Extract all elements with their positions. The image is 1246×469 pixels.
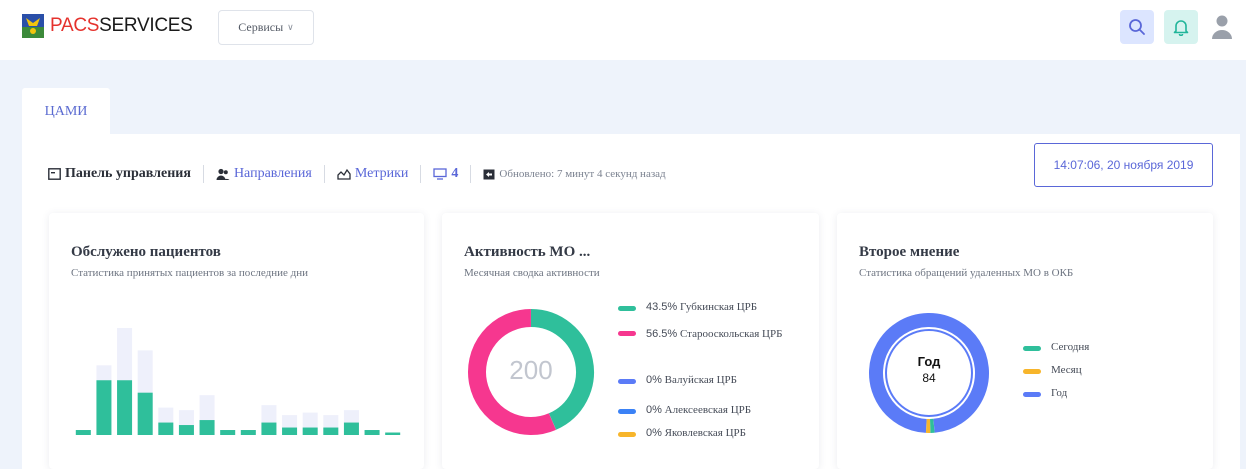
divider <box>323 165 325 183</box>
card-title: Второе мнение <box>859 244 960 260</box>
updated-text: Обновлено: 7 минут 4 секунд назад <box>499 168 666 180</box>
divider <box>202 165 204 183</box>
patients-bar-chart <box>75 327 401 435</box>
card-title: Обслужено пациентов <box>71 244 221 260</box>
user-icon <box>1212 15 1232 39</box>
legend-item[interactable]: 43.5% Губкинская ЦРБ <box>618 301 757 313</box>
directions-label: Направления <box>233 166 312 181</box>
bar <box>240 430 256 435</box>
legend-swatch <box>1023 392 1041 397</box>
card-subtitle: Статистика принятых пациентов за последн… <box>71 267 309 279</box>
legend-item[interactable]: Сегодня <box>1023 341 1089 353</box>
divider <box>470 165 472 183</box>
bar <box>75 430 91 435</box>
bell-icon <box>1173 20 1189 36</box>
bar <box>364 430 380 435</box>
legend-swatch <box>1023 369 1041 374</box>
legend-swatch <box>618 379 636 384</box>
bar <box>385 432 401 435</box>
tab-monitors[interactable]: 4 <box>433 166 458 182</box>
tab-directions[interactable]: Направления <box>216 166 312 182</box>
tab-dashboard[interactable]: Панель управления <box>48 166 191 182</box>
legend-item[interactable]: Месяц <box>1023 364 1082 376</box>
user-menu-button[interactable] <box>1205 10 1239 44</box>
users-icon <box>216 168 230 180</box>
legend-swatch <box>618 331 636 336</box>
bar <box>261 422 277 435</box>
tab-metrics[interactable]: Метрики <box>337 166 409 182</box>
tab-cami[interactable]: ЦАМИ <box>22 88 110 135</box>
bar <box>199 420 215 435</box>
bar <box>96 380 112 435</box>
legend-label: Старооскольская ЦРБ <box>679 328 783 340</box>
legend-label: Алексеевская ЦРБ <box>664 404 752 416</box>
bar <box>178 425 194 435</box>
bar <box>158 422 174 435</box>
monitors-count: 4 <box>451 166 459 181</box>
divider <box>420 165 422 183</box>
search-button[interactable] <box>1120 10 1154 44</box>
legend-label: Год <box>1051 387 1068 399</box>
legend-pct: 43.5% <box>646 301 678 313</box>
donut-center-value: 84 <box>922 371 936 385</box>
bar <box>137 392 153 435</box>
notifications-button[interactable] <box>1164 10 1198 44</box>
legend-label: Валуйская ЦРБ <box>664 374 737 386</box>
legend-item[interactable]: 56.5% Старооскольская ЦРБ <box>618 326 786 342</box>
donut-center-value: 200 <box>509 355 553 385</box>
legend-pct: 0% <box>646 427 662 439</box>
refresh-icon <box>483 169 495 179</box>
activity-card: Активность МО ... Месячная сводка активн… <box>442 213 819 469</box>
bar <box>343 422 359 435</box>
activity-legend: 43.5% Губкинская ЦРБ 56.5% Старооскольск… <box>618 301 808 451</box>
monitor-icon <box>433 168 448 180</box>
dashboard-label: Панель управления <box>65 166 191 181</box>
datetime-box[interactable]: 14:07:06, 20 ноября 2019 <box>1034 143 1213 187</box>
search-icon <box>1129 19 1145 35</box>
top-bar: PACSSERVICES Сервисы ∨ <box>0 0 1246 60</box>
legend-item[interactable]: 0% Алексеевская ЦРБ <box>618 404 751 416</box>
patients-card: Обслужено пациентов Статистика принятых … <box>49 213 424 469</box>
legend-pct: 0% <box>646 374 662 386</box>
donut-center-label: Год <box>917 354 941 369</box>
dashboard-toolbar: Панель управления Направления Метрики 4 … <box>48 165 666 183</box>
legend-item[interactable]: 0% Яковлевская ЦРБ <box>618 427 746 439</box>
legend-item[interactable]: Год <box>1023 387 1067 399</box>
legend-item[interactable]: 0% Валуйская ЦРБ <box>618 374 737 386</box>
metrics-label: Метрики <box>354 166 409 181</box>
legend-pct: 56.5% <box>646 328 678 340</box>
legend-label: Губкинская ЦРБ <box>679 301 758 313</box>
legend-label: Яковлевская ЦРБ <box>664 427 746 439</box>
legend-label: Месяц <box>1051 364 1082 376</box>
legend-pct: 0% <box>646 404 662 416</box>
legend-swatch <box>618 306 636 311</box>
legend-label: Сегодня <box>1051 341 1090 353</box>
services-dropdown[interactable]: Сервисы ∨ <box>218 10 314 45</box>
brand-rest: SERVICES <box>99 15 193 36</box>
bar <box>282 427 298 435</box>
chevron-down-icon: ∨ <box>287 22 294 32</box>
updated-status: Обновлено: 7 минут 4 секунд назад <box>483 168 666 180</box>
second-opinion-card: Второе мнение Статистика обращений удале… <box>837 213 1213 469</box>
brand-logo[interactable]: PACSSERVICES <box>50 15 193 37</box>
legend-swatch <box>618 409 636 414</box>
legend-swatch <box>618 432 636 437</box>
brand-accent: PACS <box>50 15 100 36</box>
bar <box>117 380 133 435</box>
bar <box>302 427 318 435</box>
dashboard-icon <box>48 168 61 180</box>
bar <box>220 430 236 435</box>
card-title: Активность МО ... <box>464 244 591 260</box>
emblem-icon <box>22 14 44 38</box>
card-subtitle: Месячная сводка активности <box>464 267 600 279</box>
legend-swatch <box>1023 346 1041 351</box>
bar <box>323 427 339 435</box>
second-opinion-legend: Сегодня Месяц Год <box>1023 341 1143 411</box>
card-subtitle: Статистика обращений удаленных МО в ОКБ <box>859 267 1074 279</box>
services-label: Сервисы <box>238 20 284 34</box>
area-chart-icon <box>337 168 351 180</box>
